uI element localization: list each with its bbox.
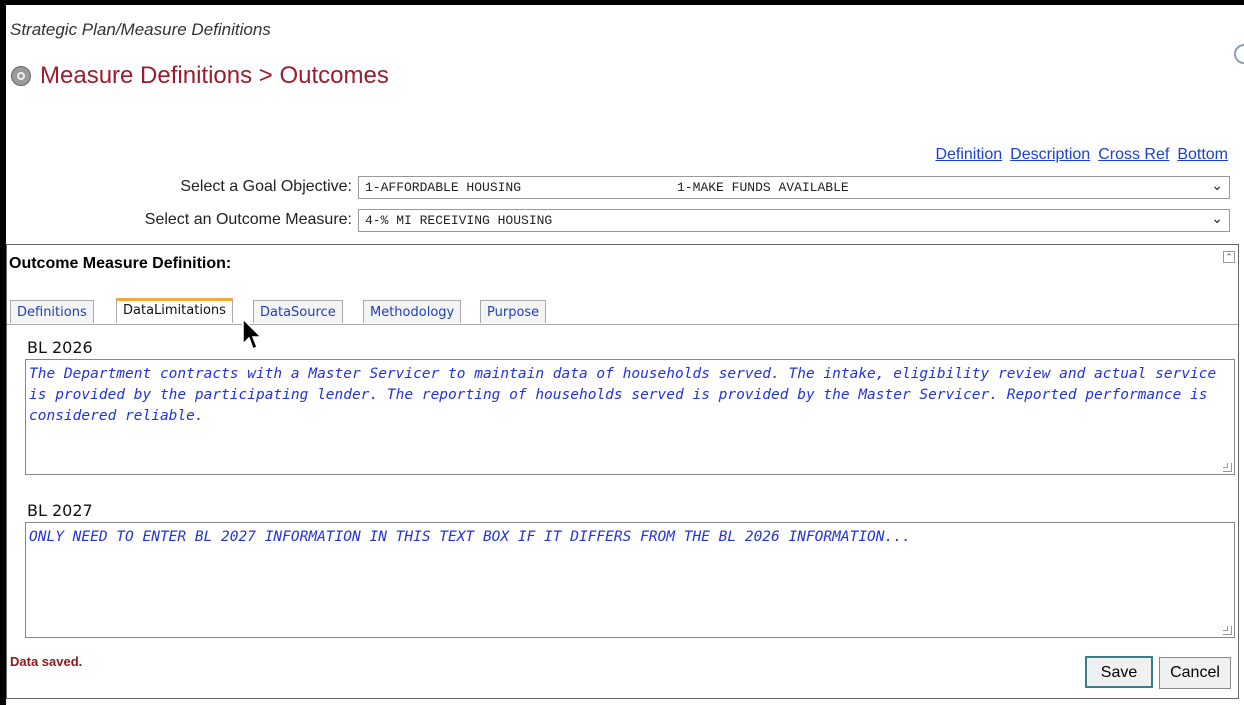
cancel-button[interactable]: Cancel [1159, 657, 1231, 689]
save-button[interactable]: Save [1085, 656, 1153, 688]
resize-grip-icon[interactable] [1223, 626, 1232, 635]
link-definition[interactable]: Definition [935, 146, 1002, 163]
tab-datalimitations[interactable]: DataLimitations [116, 298, 233, 323]
bl-2027-label: BL 2027 [27, 501, 93, 520]
mouse-cursor-icon [242, 318, 263, 351]
tab-bar: Definitions DataLimitations DataSource M… [7, 298, 1238, 325]
help-icon[interactable] [1234, 44, 1244, 64]
tab-datasource[interactable]: DataSource [253, 300, 343, 323]
status-message: Data saved. [10, 654, 83, 669]
nav-links: Definition Description Cross Ref Bottom [927, 146, 1228, 164]
goal-objective-value: 1-AFFORDABLE HOUSING 1-MAKE FUNDS AVAILA… [365, 180, 849, 195]
page-title: Measure Definitions > Outcomes [40, 62, 389, 89]
tab-methodology[interactable]: Methodology [363, 300, 462, 323]
window-frame-top [0, 0, 1244, 5]
outcome-measure-value: 4-% MI RECEIVING HOUSING [365, 213, 553, 228]
goal-objective-label: Select a Goal Objective: [180, 178, 352, 195]
breadcrumb: Strategic Plan/Measure Definitions [10, 20, 271, 39]
link-bottom[interactable]: Bottom [1177, 146, 1228, 163]
outcome-measure-label: Select an Outcome Measure: [144, 211, 352, 228]
bl-2027-textarea[interactable]: ONLY NEED TO ENTER BL 2027 INFORMATION I… [25, 522, 1235, 638]
outcome-measure-select[interactable]: 4-% MI RECEIVING HOUSING ⌄ [358, 209, 1230, 232]
link-cross-ref[interactable]: Cross Ref [1098, 146, 1169, 163]
outcome-definition-panel: Outcome Measure Definition: ⌃ Definition… [6, 244, 1239, 699]
chevron-down-icon: ⌄ [1211, 178, 1223, 194]
collapse-icon[interactable]: ⌃ [1223, 251, 1235, 263]
goal-objective-select[interactable]: 1-AFFORDABLE HOUSING 1-MAKE FUNDS AVAILA… [358, 176, 1230, 199]
module-icon [11, 66, 31, 86]
tab-purpose[interactable]: Purpose [480, 300, 547, 323]
bl-2026-text: The Department contracts with a Master S… [29, 366, 1217, 424]
link-description[interactable]: Description [1010, 146, 1090, 163]
bl-2026-textarea[interactable]: The Department contracts with a Master S… [25, 359, 1235, 475]
bl-2026-label: BL 2026 [27, 338, 93, 357]
resize-grip-icon[interactable] [1223, 463, 1232, 472]
chevron-down-icon: ⌄ [1211, 211, 1223, 227]
panel-title: Outcome Measure Definition: [9, 255, 232, 272]
bl-2027-text: ONLY NEED TO ENTER BL 2027 INFORMATION I… [29, 529, 911, 545]
tab-definitions[interactable]: Definitions [10, 300, 94, 323]
